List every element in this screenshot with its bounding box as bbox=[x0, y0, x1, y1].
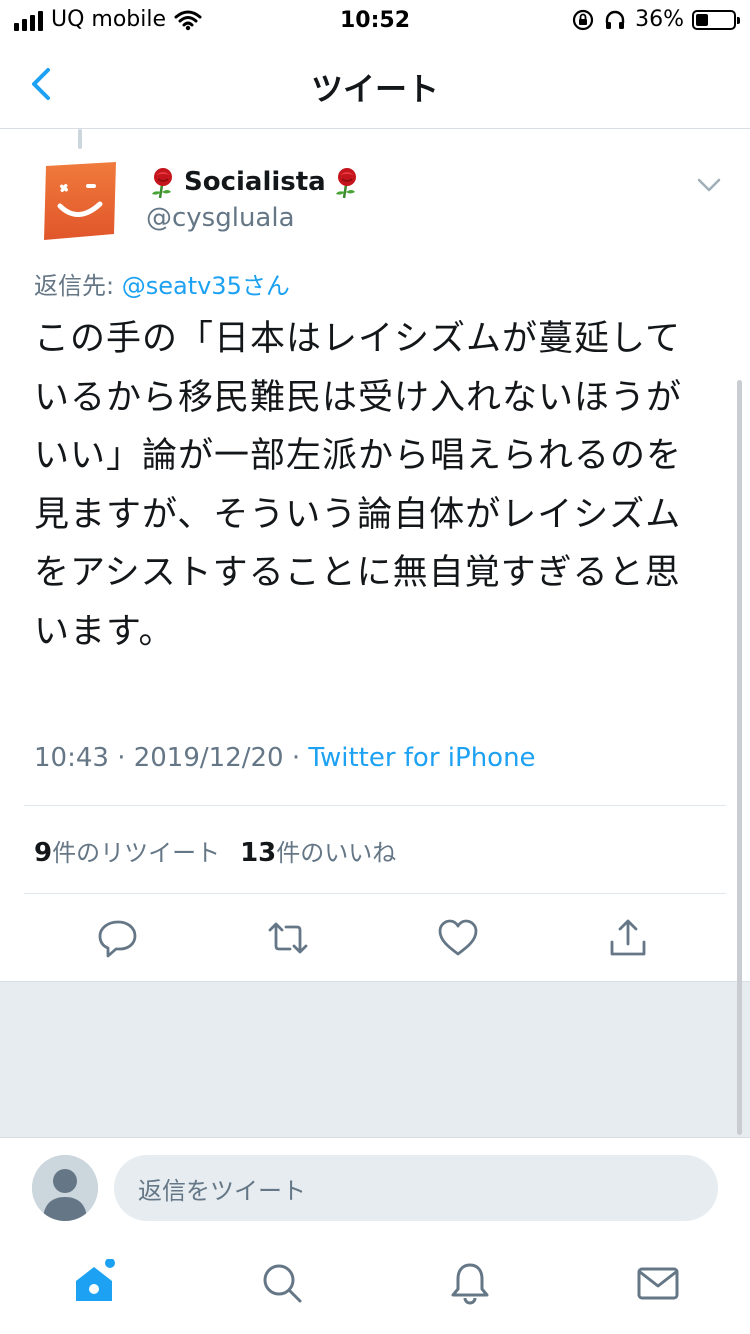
display-name-text: Socialista bbox=[184, 167, 326, 197]
page-title: ツイート bbox=[310, 70, 439, 108]
retweet-count: 9 bbox=[34, 838, 53, 868]
empty-replies-area bbox=[0, 981, 750, 1138]
home-icon[interactable] bbox=[70, 1259, 118, 1307]
tweet-text: この手の「日本はレイシズムが蔓延しているから移民難民は受け入れないほうがいい」論… bbox=[34, 319, 683, 652]
status-right: 36% bbox=[571, 7, 740, 32]
tweet-meta: 10:43 · 2019/12/20 · Twitter for iPhone bbox=[34, 743, 536, 773]
search-icon[interactable] bbox=[258, 1259, 306, 1307]
reply-icon[interactable] bbox=[96, 916, 140, 960]
status-bar: UQ mobile 10:52 36% bbox=[0, 0, 750, 40]
tweet-stats: 9件のリツイート 13件のいいね bbox=[34, 833, 396, 868]
retweet-stat[interactable]: 9件のリツイート bbox=[34, 833, 220, 868]
battery-icon bbox=[692, 9, 740, 30]
author-display-name[interactable]: Socialista bbox=[146, 165, 364, 199]
reply-to-line: 返信先: @seatv35さん bbox=[34, 266, 290, 301]
divider bbox=[24, 805, 726, 806]
rose-icon bbox=[335, 168, 356, 199]
like-heart-icon[interactable] bbox=[436, 916, 480, 960]
battery-percent: 36% bbox=[635, 7, 684, 32]
reply-mention-link[interactable]: @seatv35さん bbox=[122, 272, 290, 300]
like-label: 件のいいね bbox=[276, 839, 397, 867]
tweet-actions bbox=[0, 910, 750, 970]
like-stat[interactable]: 13件のいいね bbox=[240, 833, 396, 868]
messages-envelope-icon[interactable] bbox=[634, 1259, 682, 1307]
headphones-icon bbox=[605, 10, 625, 29]
thread-line bbox=[78, 129, 82, 149]
share-icon[interactable] bbox=[606, 916, 650, 960]
reply-to-label: 返信先: bbox=[34, 272, 122, 300]
like-count: 13 bbox=[240, 838, 277, 868]
tab-bar bbox=[0, 1237, 750, 1334]
author-username[interactable]: @cysgluala bbox=[146, 203, 295, 233]
chevron-down-icon[interactable] bbox=[696, 176, 722, 194]
orientation-lock-icon bbox=[572, 9, 594, 30]
retweet-icon[interactable] bbox=[266, 916, 310, 960]
reply-input[interactable]: 返信をツイート bbox=[114, 1155, 718, 1221]
compose-reply-bar: 返信をツイート bbox=[0, 1137, 750, 1238]
divider bbox=[24, 893, 726, 894]
notifications-bell-icon[interactable] bbox=[446, 1259, 494, 1307]
rose-icon bbox=[152, 168, 172, 199]
tweet-source-link[interactable]: Twitter for iPhone bbox=[308, 743, 535, 773]
author-avatar[interactable] bbox=[40, 162, 120, 240]
scrollbar[interactable] bbox=[737, 380, 742, 1135]
nav-bar: ツイート bbox=[0, 40, 750, 129]
tweet-timestamp: 10:43 · 2019/12/20 · bbox=[34, 743, 309, 773]
user-avatar[interactable] bbox=[32, 1155, 98, 1221]
retweet-label: 件のリツイート bbox=[52, 839, 221, 867]
